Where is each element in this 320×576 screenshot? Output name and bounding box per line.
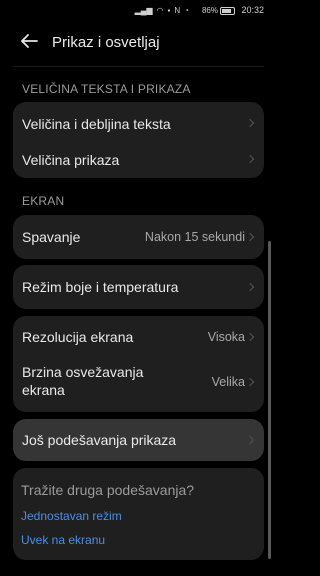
refresh-rate-row[interactable]: Brzina osvežavanja ekrana Velika: [13, 356, 264, 412]
link-always-on-display[interactable]: Uvek na ekranu: [21, 533, 105, 547]
status-bar: ▂▄▆ ◠ ▪ N ◔ 86% 20:32: [0, 0, 281, 22]
chevron-right-icon: [245, 332, 255, 342]
row-label-line: Brzina osvežavanja: [22, 364, 144, 380]
sleep-card: Spavanje Nakon 15 sekundi: [13, 215, 264, 259]
divider: [13, 66, 264, 67]
chevron-right-icon: [245, 282, 255, 292]
nfc-icon: N: [174, 6, 181, 15]
row-label: Još podešavanja prikaza: [22, 432, 177, 448]
signal-icon: ▂▄▆: [134, 6, 153, 15]
resolution-value: Visoka: [207, 330, 245, 344]
more-display-settings-card: Još podešavanja prikaza: [13, 419, 264, 461]
notification-icon: ▪: [167, 6, 171, 15]
battery-icon: [220, 7, 235, 15]
text-display-card: Veličina i debljina teksta Veličina prik…: [13, 102, 264, 178]
link-simple-mode[interactable]: Jednostavan režim: [21, 509, 122, 523]
back-arrow-icon[interactable]: [19, 33, 39, 49]
wifi-icon: ◠: [156, 6, 164, 15]
resolution-refresh-card: Rezolucija ekrana Visoka Brzina osvežava…: [13, 316, 264, 412]
row-label: Spavanje: [22, 229, 81, 245]
chevron-right-icon: [245, 154, 255, 164]
chevron-right-icon: [245, 435, 255, 445]
color-mode-row[interactable]: Režim boje i temperatura: [13, 265, 264, 309]
sleep-value: Nakon 15 sekundi: [144, 230, 245, 244]
refresh-rate-value: Velika: [211, 375, 245, 389]
row-label: Rezolucija ekrana: [22, 329, 134, 345]
section-label-screen: EKRAN: [22, 194, 65, 208]
row-label: Veličina prikaza: [22, 152, 120, 168]
row-label: Veličina i debljina teksta: [22, 116, 171, 132]
chevron-right-icon: [245, 377, 255, 387]
alarm-icon: ◔: [184, 6, 189, 15]
row-label-line: ekrana: [22, 382, 65, 398]
more-display-settings-row[interactable]: Još podešavanja prikaza: [13, 419, 264, 461]
battery-percent: 86%: [201, 6, 218, 15]
chevron-right-icon: [245, 232, 255, 242]
sleep-row[interactable]: Spavanje Nakon 15 sekundi: [13, 215, 264, 259]
chevron-right-icon: [245, 118, 255, 128]
color-mode-card: Režim boje i temperatura: [13, 265, 264, 309]
page-title: Prikaz i osvetljaj: [52, 34, 160, 51]
row-label: Režim boje i temperatura: [22, 279, 179, 295]
row-label: Brzina osvežavanja ekrana: [22, 363, 143, 399]
text-size-weight-row[interactable]: Veličina i debljina teksta: [13, 102, 264, 140]
resolution-row[interactable]: Rezolucija ekrana Visoka: [13, 316, 264, 356]
clock: 20:32: [241, 5, 264, 15]
section-label-text-display: VELIČINA TEKSTA I PRIKAZA: [22, 82, 191, 96]
app-header: Prikaz i osvetljaj: [0, 30, 281, 56]
status-icons: ▂▄▆ ◠ ▪ N ◔: [135, 6, 189, 15]
display-size-row[interactable]: Veličina prikaza: [13, 140, 264, 178]
scrollbar[interactable]: [268, 241, 271, 559]
suggestions-hint: Tražite druga podešavanja?: [21, 482, 195, 498]
